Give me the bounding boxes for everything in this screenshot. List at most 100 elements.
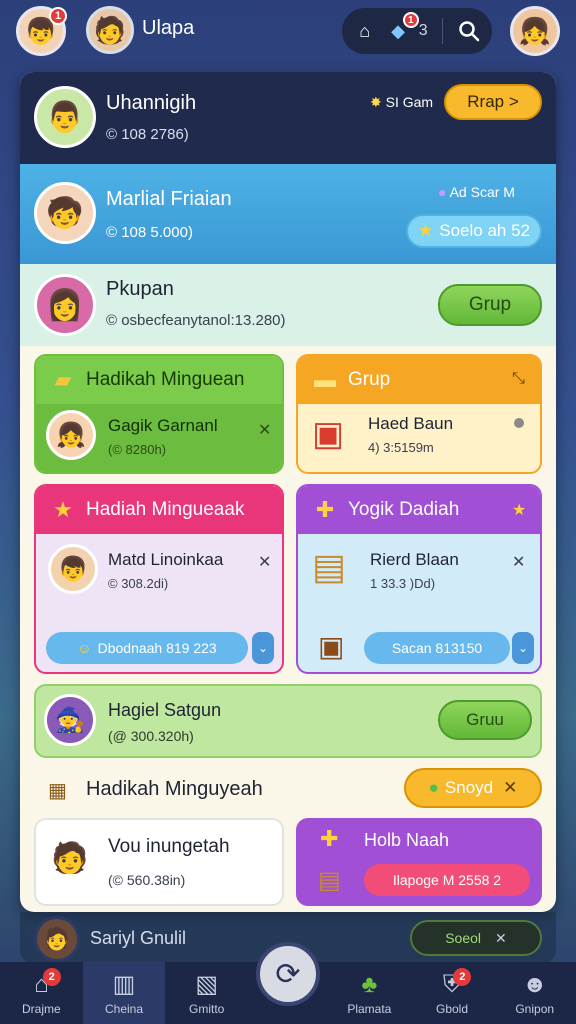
profile-avatar[interactable]: 👦 1 [16, 6, 67, 56]
card-header: ▰ Hadikah Minguean [36, 356, 282, 404]
treasure-chest-icon: ▤ [318, 867, 341, 894]
group-button[interactable]: Gruu [438, 700, 532, 740]
nav-item-missions[interactable]: ▧ Gmitto [165, 962, 248, 1024]
nav-item-shop[interactable]: ▥ Cheina [82, 962, 166, 1024]
snoyd-button[interactable]: ● Snoyd ✕ [404, 768, 542, 808]
ticket-icon: ▰ [54, 367, 72, 392]
card-avatar: 👦 [48, 544, 98, 594]
nav-item-guild[interactable]: ⛨ Gbold 2 [411, 962, 494, 1024]
reward-card[interactable]: ▬ Grup ⤡ ▣ Haed Baun 4) 3:5159m [296, 354, 542, 474]
gem-icon[interactable]: ◆ 1 [385, 12, 419, 44]
player-row[interactable]: 👩 Pkupan © osbecfeanytanol:13.280) Grup [20, 264, 556, 346]
player-avatar: 🧙 [44, 694, 96, 746]
claim-button[interactable]: Sacan 813150 [364, 632, 510, 664]
player-row[interactable]: 🧒 Marlial Friaian © 108 5.000) ● Ad Scar… [20, 164, 556, 264]
divider [441, 18, 443, 44]
reward-card[interactable]: ✚ Yogik Dadiah ★ ▤ Rierd Blaan 1 33.3 )D… [296, 484, 542, 674]
avatar-face-icon: 🧙 [55, 706, 85, 734]
top-actions-pill: ⌂ ◆ 1 3 [342, 8, 492, 54]
emoji-icon: ☺ [77, 640, 92, 656]
avatar-face-icon: 👦 [58, 555, 88, 583]
reward-card[interactable]: ▰ Hadikah Minguean 👧 Gagik Garnanl (© 82… [34, 354, 284, 474]
reward-label: ● Ad Scar M [438, 184, 515, 200]
avatar-face-icon: 👨 [46, 100, 84, 134]
player-score: © osbecfeanytanol:13.280) [106, 312, 286, 329]
reward-card[interactable]: ✚ Holb Naah ▤ Ilapoge M 2558 2 [296, 818, 542, 906]
player-avatar: 🧑 [44, 832, 96, 884]
close-icon[interactable]: ✕ [512, 552, 525, 572]
tree-icon: ♣ [361, 970, 378, 998]
player-avatar: 🧒 [34, 182, 96, 244]
chevron-down-icon: ⌄ [517, 641, 529, 655]
nav-item-home[interactable]: ⌂ Drajme 2 [0, 962, 83, 1024]
puzzle-icon: ✚ [320, 826, 339, 851]
reward-card[interactable]: ★ Hadiah Mingueaak 👦 Matd Linoinkaa © 30… [34, 484, 284, 674]
avatar-face-icon: 🧑 [43, 926, 71, 951]
star-icon: ★ [512, 502, 527, 519]
avatar-face-icon: 🧑 [93, 14, 127, 45]
center-action-button[interactable]: ⟳ [256, 942, 320, 1006]
dropdown-button[interactable]: ⌄ [252, 632, 274, 664]
card-score: (© 8280h) [108, 442, 166, 457]
chevron-down-icon: ⌄ [257, 641, 269, 655]
reward-label: ✸ SI Gam [370, 94, 434, 110]
dropdown-button[interactable]: ⌄ [512, 632, 534, 664]
friend-avatar[interactable]: 🧑 [86, 6, 134, 54]
nav-item-events[interactable]: ♣ Plamata [328, 962, 411, 1024]
claim-button[interactable]: Ilapoge M 2558 2 [364, 864, 530, 896]
search-icon[interactable] [457, 18, 482, 44]
notification-badge: 1 [49, 7, 67, 25]
avatar-face-icon: 👧 [518, 15, 552, 46]
soeol-button[interactable]: Soeol ✕ [410, 920, 542, 956]
nav-badge: 2 [42, 968, 61, 986]
player-name: Hagiel Satgun [108, 700, 222, 720]
player-score: (© 560.38in) [108, 872, 186, 888]
ticket-icon: ▧ [195, 971, 219, 998]
card-name: Haed Baun [368, 414, 454, 433]
card-name: Matd Linoinkaa [108, 550, 224, 569]
claim-button[interactable]: ☺ Dbodnaah 819 223 [46, 632, 248, 664]
shop-icon: ▥ [112, 971, 136, 998]
nav-badge: 2 [453, 968, 472, 986]
card-header: ✚ Yogik Dadiah [298, 486, 540, 534]
player-avatar: 🧑 [34, 916, 80, 962]
card-name: Rierd Blaan [370, 550, 459, 569]
card-name: Gagik Garnanl [108, 416, 218, 435]
calendar-icon: ▦ [48, 780, 67, 802]
avatar-face-icon: 👩 [46, 288, 84, 322]
coin-icon: ✸ [370, 94, 382, 110]
rewards-panel: 👨 Uhannigih © 108 2786) ✸ SI Gam Rrap > … [20, 72, 556, 912]
player-avatar: 👩 [34, 274, 96, 336]
avatar-face-icon: 🧒 [46, 196, 84, 230]
gold-bar-icon: ▬ [314, 367, 336, 392]
character-avatar[interactable]: 👧 [510, 6, 560, 56]
player-card[interactable]: 🧑 Vou inungetah (© 560.38in) [34, 818, 284, 906]
player-score: (@ 300.320h) [108, 728, 194, 744]
close-icon[interactable]: ✕ [258, 420, 271, 440]
section-title: Hadikah Minguyeah [86, 778, 263, 800]
card-score: 4) 3:5159m [368, 440, 434, 455]
home-icon[interactable]: ⌂ [352, 18, 377, 44]
close-icon[interactable]: ✕ [258, 552, 271, 572]
card-avatar: 👧 [46, 410, 96, 460]
group-button[interactable]: Grup [438, 284, 542, 326]
star-icon: ★ [53, 497, 73, 522]
score-button[interactable]: ★ Soelo ah 52 [406, 214, 542, 248]
close-icon: ✕ [503, 778, 518, 797]
gem-badge: 1 [402, 12, 419, 28]
card-score: © 308.2di) [108, 576, 169, 591]
player-score: © 108 5.000) [106, 224, 193, 241]
rap-button[interactable]: Rrap > [444, 84, 542, 120]
close-icon: ✕ [495, 929, 507, 946]
player-name: Marlial Friaian [106, 188, 232, 210]
status-dot-icon [514, 418, 524, 428]
card-header: ★ Hadiah Mingueaak [36, 486, 282, 534]
nav-item-profile[interactable]: ☻ Gnipon [493, 962, 576, 1024]
orb-icon: ● [438, 184, 447, 200]
player-row[interactable]: 🧙 Hagiel Satgun (@ 300.320h) Gruu [34, 684, 542, 758]
treasure-chest-icon: ▤ [312, 546, 347, 587]
card-header: ▬ Grup [298, 356, 540, 404]
expand-icon[interactable]: ⤡ [512, 370, 525, 388]
username: Ulapa [142, 17, 195, 39]
player-row[interactable]: 👨 Uhannigih © 108 2786) ✸ SI Gam Rrap > [20, 72, 556, 164]
